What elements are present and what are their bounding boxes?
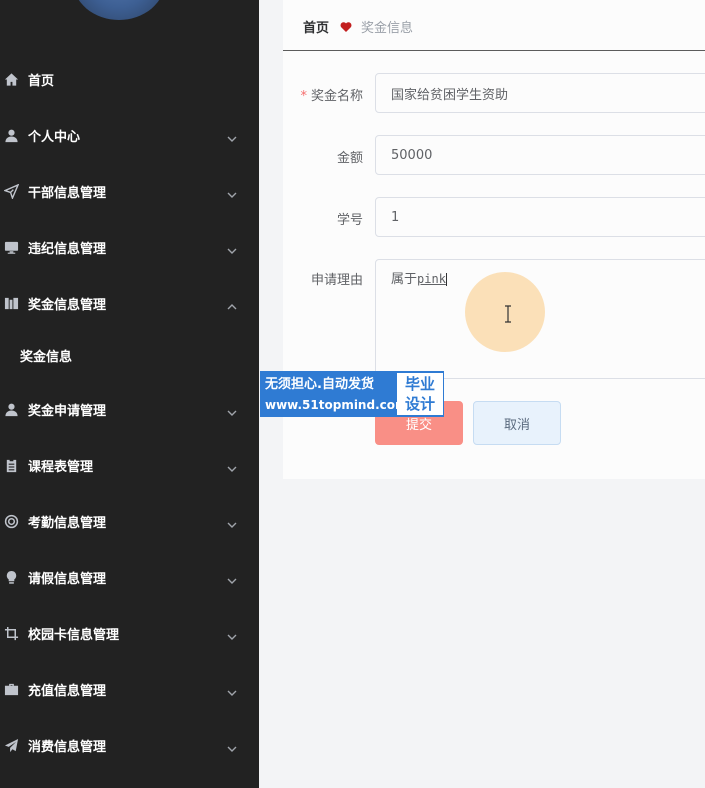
sidebar-subitem-label: 奖金信息 xyxy=(20,349,73,365)
send-icon xyxy=(3,183,19,199)
breadcrumb-home[interactable]: 首页 xyxy=(303,17,329,36)
sidebar-item-label: 校园卡信息管理 xyxy=(28,627,120,643)
bonus-name-label: * 奖金名称 xyxy=(300,89,363,104)
watermark-badge-line2: 设计 xyxy=(404,395,435,413)
watermark-banner: 无须担心.自动发货 www.51topmind.com 毕业 设计 xyxy=(260,371,444,417)
sidebar-item-cadre-info[interactable]: 干部信息管理 xyxy=(0,163,259,219)
reason-prefix: 属于 xyxy=(391,272,418,287)
chevron-down-icon xyxy=(227,739,239,752)
chevron-down-icon xyxy=(227,185,239,198)
sidebar-subitem-bonus-info[interactable]: 奖金信息 xyxy=(0,327,259,383)
sidebar-item-bonus-info[interactable]: 奖金信息管理 xyxy=(0,275,259,331)
sidebar-item-label: 首页 xyxy=(28,73,55,89)
sidebar-item-label: 考勤信息管理 xyxy=(28,515,107,531)
text-cursor-icon xyxy=(505,305,511,323)
home-icon xyxy=(3,71,19,87)
clipboard-icon xyxy=(3,457,19,473)
sidebar-item-recharge[interactable]: 充值信息管理 xyxy=(0,661,259,717)
sidebar-item-label: 课程表管理 xyxy=(28,459,94,475)
chevron-down-icon xyxy=(227,241,239,254)
text-caret xyxy=(445,273,447,286)
reason-label: 申请理由 xyxy=(310,273,363,288)
student-id-label: 学号 xyxy=(336,213,363,228)
books-icon xyxy=(3,295,19,311)
watermark-text: 无须担心.自动发货 www.51topmind.com xyxy=(265,376,408,414)
chevron-down-icon xyxy=(227,683,239,696)
chevron-down-icon xyxy=(227,515,239,528)
sidebar-item-home[interactable]: 首页 xyxy=(0,51,259,107)
sidebar-item-label: 违纪信息管理 xyxy=(28,241,107,257)
sidebar-item-personal-center[interactable]: 个人中心 xyxy=(0,107,259,163)
cancel-button[interactable]: 取消 xyxy=(473,401,561,445)
avatar[interactable] xyxy=(73,0,165,20)
crop-icon xyxy=(3,625,19,641)
sidebar-item-discipline-info[interactable]: 违纪信息管理 xyxy=(0,219,259,275)
sidebar-item-consumption[interactable]: 消费信息管理 xyxy=(0,717,259,773)
sidebar-item-label: 消费信息管理 xyxy=(28,739,107,755)
sidebar: 首页 个人中心 干部信息管理 违纪信息管理 奖金信息管理 奖金信息 奖金申请管理… xyxy=(0,0,259,788)
sidebar-item-label: 奖金信息管理 xyxy=(28,297,107,313)
breadcrumb-current: 奖金信息 xyxy=(361,21,414,36)
heart-icon xyxy=(340,18,352,32)
amount-input[interactable]: 50000 xyxy=(375,135,705,175)
amount-label: 金额 xyxy=(336,151,363,166)
sidebar-item-label: 充值信息管理 xyxy=(28,683,107,699)
watermark-badge-line1: 毕业 xyxy=(404,375,435,393)
sidebar-item-label: 干部信息管理 xyxy=(28,185,107,201)
sidebar-item-attendance[interactable]: 考勤信息管理 xyxy=(0,493,259,549)
monitor-icon xyxy=(3,239,19,255)
chevron-down-icon xyxy=(227,459,239,472)
chevron-down-icon xyxy=(227,129,239,142)
paper-plane-icon xyxy=(3,737,19,753)
chevron-down-icon xyxy=(227,571,239,584)
sidebar-item-label: 请假信息管理 xyxy=(28,571,107,587)
lifebuoy-icon xyxy=(3,513,19,529)
sidebar-item-bonus-application[interactable]: 奖金申请管理 xyxy=(0,381,259,437)
sidebar-item-timetable[interactable]: 课程表管理 xyxy=(0,437,259,493)
sidebar-item-leave[interactable]: 请假信息管理 xyxy=(0,549,259,605)
required-mark: * xyxy=(300,89,307,104)
user-icon xyxy=(3,127,19,143)
briefcase-icon xyxy=(3,681,19,697)
student-id-input[interactable]: 1 xyxy=(375,197,705,237)
breadcrumb: 首页 奖金信息 xyxy=(283,0,705,51)
sidebar-item-label: 个人中心 xyxy=(28,129,81,145)
sidebar-item-campus-card[interactable]: 校园卡信息管理 xyxy=(0,605,259,661)
bulb-icon xyxy=(3,569,19,585)
chevron-down-icon xyxy=(227,627,239,640)
chevron-up-icon xyxy=(227,297,239,310)
watermark-line1: 无须担心.自动发货 xyxy=(265,377,374,392)
chevron-down-icon xyxy=(227,403,239,416)
user-icon xyxy=(3,401,19,417)
sidebar-item-label: 奖金申请管理 xyxy=(28,403,107,419)
watermark-line2: www.51topmind.com xyxy=(265,398,408,412)
bonus-name-input[interactable]: 国家给贫困学生资助 xyxy=(375,73,705,113)
watermark-badge: 毕业 设计 xyxy=(397,373,443,415)
reason-typed-text: pink xyxy=(417,272,446,286)
